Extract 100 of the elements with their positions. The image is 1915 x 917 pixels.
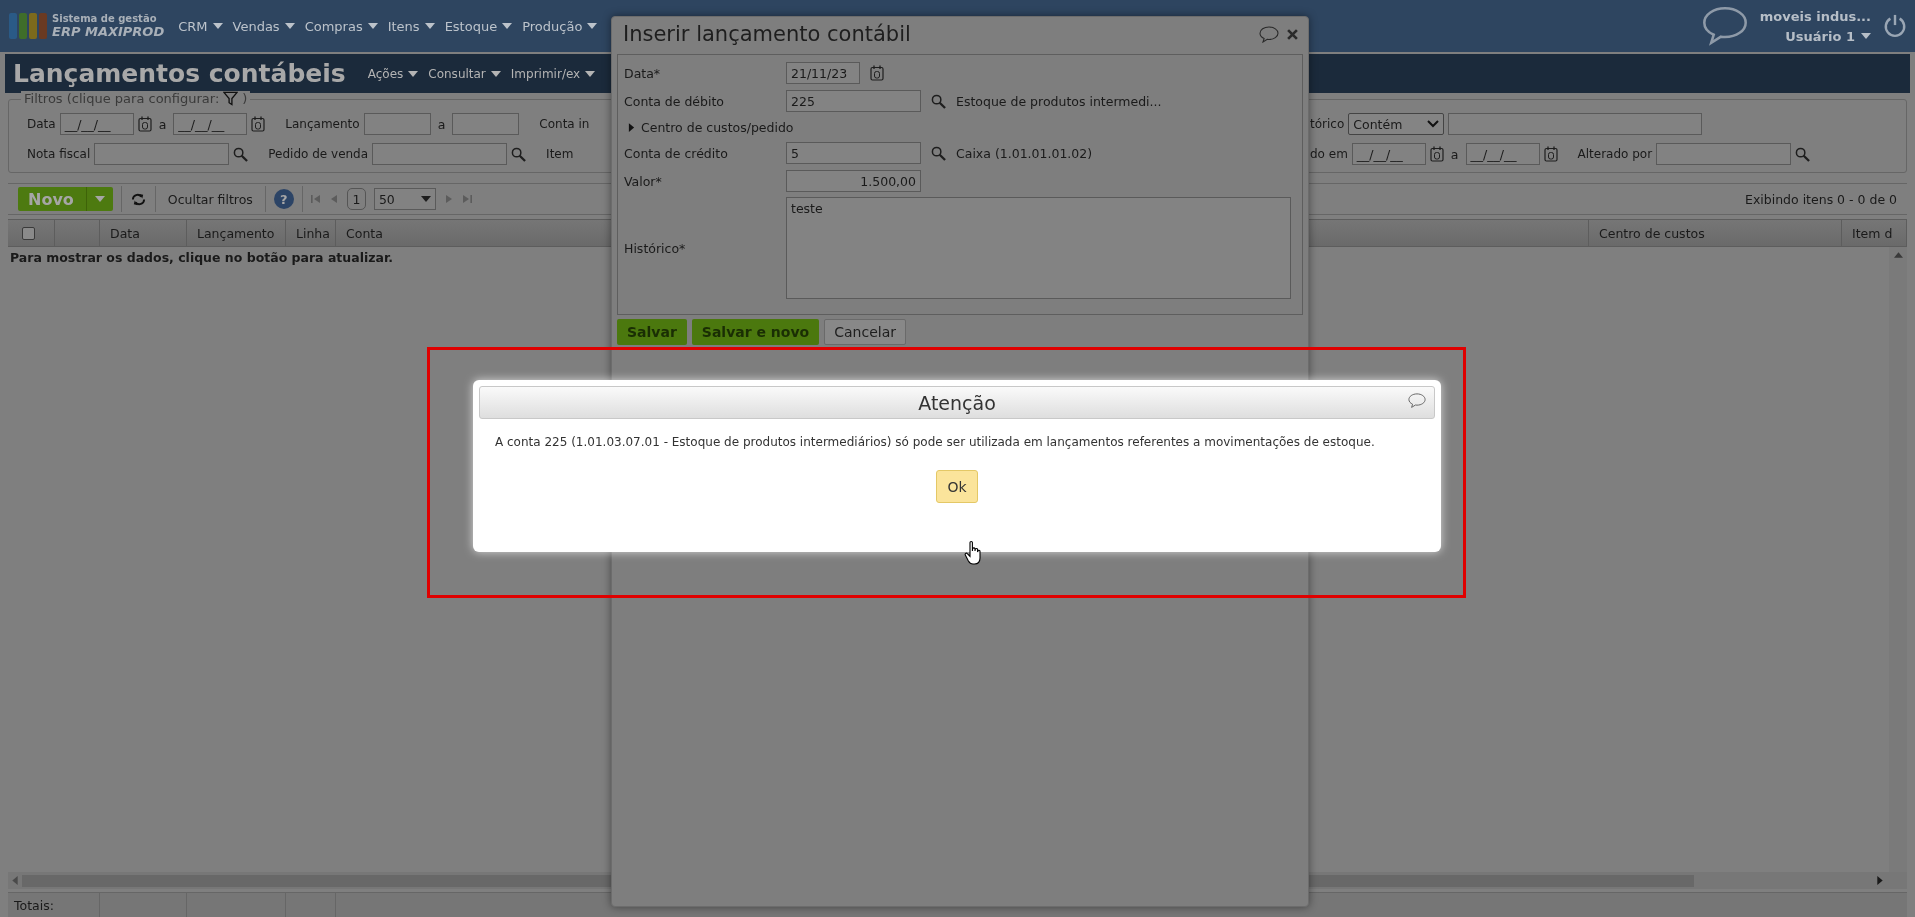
caret-icon — [1861, 33, 1871, 39]
empty-message: Para mostrar os dados, clique no botão para atualizar. — [10, 250, 394, 265]
save-button[interactable]: Salvar e novo — [691, 319, 820, 345]
text-field[interactable] — [1448, 113, 1703, 135]
column-header[interactable]: Conta — [346, 225, 383, 241]
page-title: Lançamentos contábeis — [13, 59, 346, 88]
date-field[interactable]: __/__/__ — [1351, 143, 1426, 165]
page-menu-item[interactable]: Ações — [367, 66, 419, 81]
text-field[interactable] — [372, 143, 508, 165]
calendar-icon[interactable] — [870, 65, 884, 81]
alert-title: Atenção — [918, 391, 996, 414]
power-icon[interactable] — [1883, 14, 1907, 38]
caret-icon — [424, 23, 435, 29]
filter-label: Pedido de venda — [268, 147, 369, 161]
caret-icon — [490, 70, 501, 77]
account-field[interactable]: 5 — [786, 142, 921, 164]
cancel-button[interactable]: Cancelar — [824, 319, 906, 345]
caret-icon — [420, 196, 431, 202]
column-header[interactable]: Lançamento — [197, 225, 275, 241]
menu-item[interactable]: Compras — [302, 14, 380, 38]
vertical-scrollbar[interactable] — [1889, 247, 1907, 872]
field-label: Data* — [624, 65, 662, 81]
logo-caption: Sistema de gestão — [52, 13, 158, 24]
scroll-up-icon[interactable] — [1893, 252, 1903, 258]
scroll-left-icon[interactable] — [12, 876, 18, 885]
text-field[interactable] — [363, 113, 431, 135]
calendar-icon[interactable] — [1543, 146, 1558, 162]
filter-label: Conta in — [539, 117, 590, 131]
chat-icon[interactable] — [1701, 6, 1748, 46]
section-toggle[interactable]: Centro de custos/pedido — [624, 117, 1302, 137]
date-field[interactable]: __/__/__ — [59, 113, 134, 135]
ok-button[interactable]: Ok — [936, 470, 978, 503]
scroll-right-icon[interactable] — [1877, 876, 1883, 885]
calendar-icon[interactable] — [251, 116, 266, 132]
search-icon[interactable] — [931, 93, 946, 109]
chat-icon[interactable] — [1259, 25, 1279, 43]
menu-item[interactable]: Vendas — [230, 14, 297, 38]
caret-icon — [212, 23, 223, 29]
chat-icon[interactable] — [1408, 393, 1426, 409]
date-field[interactable]: 21/11/23 — [786, 62, 860, 84]
text-field[interactable] — [94, 143, 230, 165]
menu-item[interactable]: CRM — [176, 14, 225, 38]
select-field[interactable]: Contém — [1348, 113, 1445, 135]
help-button[interactable]: ? — [273, 189, 294, 209]
filter-label: Nota fiscal — [27, 147, 91, 161]
text-field[interactable] — [452, 113, 520, 135]
date-field[interactable]: __/__/__ — [1465, 143, 1540, 165]
caret-icon — [94, 196, 105, 202]
filters-legend[interactable]: Filtros (clique para configurar: — [24, 91, 220, 106]
amount-field[interactable]: 1.500,00 — [786, 170, 921, 192]
page-number-field[interactable]: 1 — [346, 188, 366, 210]
column-header[interactable]: Item d — [1852, 225, 1893, 241]
field-label: Valor* — [624, 173, 663, 189]
alert-message: A conta 225 (1.01.03.07.01 - Estoque de produtos intermediários) só pode ser utilizada em lançamentos referentes a movimentações de estoque. — [494, 434, 1376, 451]
select-all-checkbox[interactable] — [22, 226, 35, 240]
menu-item[interactable]: Produção — [520, 14, 600, 38]
text-area[interactable]: teste — [786, 197, 1291, 299]
caret-icon — [367, 23, 378, 29]
user-name[interactable]: Usuário 1 — [1785, 28, 1855, 44]
dialog-title: Inserir lançamento contábil — [623, 22, 911, 46]
calendar-icon[interactable] — [137, 116, 152, 132]
caret-right-icon — [628, 122, 635, 132]
field-label: Histórico* — [624, 240, 687, 256]
filter-label: do em — [1310, 147, 1348, 161]
filter-label: Item — [546, 147, 574, 161]
field-label: Conta de crédito — [624, 145, 729, 161]
search-icon[interactable] — [1795, 146, 1811, 162]
refresh-icon[interactable] — [129, 191, 147, 207]
company-name[interactable]: moveis indus... — [1759, 8, 1871, 24]
caret-icon — [284, 23, 295, 29]
menu-item[interactable]: Estoque — [442, 14, 515, 38]
account-description: Estoque de produtos intermedi... — [956, 93, 1162, 109]
filters-legend-end: ) — [242, 91, 248, 106]
search-icon[interactable] — [931, 145, 946, 161]
date-field[interactable]: __/__/__ — [173, 113, 248, 135]
logo-icon[interactable] — [8, 11, 48, 41]
close-icon[interactable] — [1287, 28, 1298, 40]
range-separator: a — [437, 116, 446, 132]
caret-icon — [587, 23, 598, 29]
page-size-select[interactable]: 50 — [373, 188, 436, 210]
text-field[interactable] — [1656, 143, 1792, 165]
save-button[interactable]: Salvar — [617, 319, 687, 345]
account-description: Caixa (1.01.01.01.02) — [956, 145, 1093, 161]
hide-filters-button[interactable]: Ocultar filtros — [163, 191, 257, 207]
calendar-icon[interactable] — [1429, 146, 1444, 162]
column-header[interactable]: Centro de custos — [1599, 225, 1705, 241]
column-header[interactable]: Linha — [296, 225, 330, 241]
search-icon[interactable] — [511, 146, 527, 162]
account-field[interactable]: 225 — [786, 90, 921, 112]
filter-label: Alterado por — [1577, 147, 1653, 161]
totals-label: Totais: — [14, 897, 54, 913]
search-icon[interactable] — [233, 146, 249, 162]
caret-icon — [408, 70, 419, 77]
column-header[interactable]: Data — [110, 225, 140, 241]
page-menu-item[interactable]: Consultar — [428, 66, 501, 81]
page-menu-item[interactable]: Imprimir/ex — [510, 66, 596, 81]
filter-label: Data — [27, 117, 56, 131]
funnel-icon[interactable] — [223, 91, 239, 106]
menu-item[interactable]: Itens — [385, 14, 437, 38]
filter-label: tórico — [1310, 117, 1345, 131]
